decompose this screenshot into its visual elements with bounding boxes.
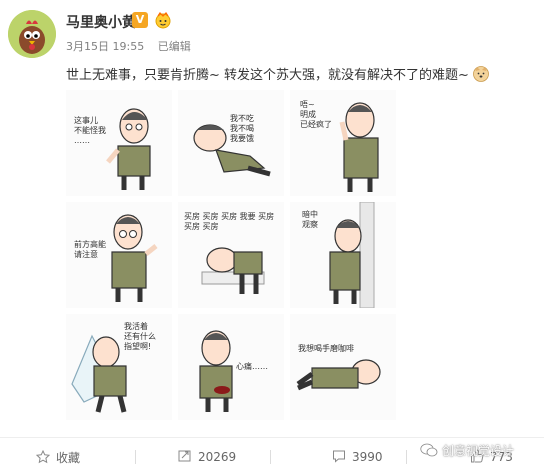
author-name[interactable]: 马里奥小黄 xyxy=(66,12,136,32)
comment-icon xyxy=(333,450,345,463)
sticker-caption: 我活着 还有什么 指望啊! xyxy=(124,322,156,351)
edited-label: 已编辑 xyxy=(157,40,191,53)
post-text-content: 世上无难事，只要肯折腾~ 转发这个苏大强，就没有解决不了的难题~ xyxy=(66,68,469,83)
sticker-caption: 唔~ 明成 已经疯了 xyxy=(300,100,332,129)
post-meta: 3月15日 19:55 已编辑 xyxy=(66,38,201,54)
sticker-caption: 暗中 观察 xyxy=(302,210,318,229)
watermark: 创意视觉设计 xyxy=(420,442,514,459)
verified-badge-icon: V xyxy=(132,12,148,28)
sticker-tile[interactable]: 暗中 观察 xyxy=(290,202,396,308)
sticker-tile[interactable]: 前方高能 请注意 xyxy=(66,202,172,308)
divider xyxy=(270,450,271,464)
sticker-caption: 买房 买房 买房 我要 买房 买房 买房 xyxy=(184,212,275,231)
sticker-tile[interactable]: 买房 买房 买房 我要 买房 买房 买房 xyxy=(178,202,284,308)
repost-icon xyxy=(178,450,191,462)
favorite-label: 收藏 xyxy=(56,451,81,465)
divider xyxy=(135,450,136,464)
sticker-caption: 我不吃 我不喝 我要饿 xyxy=(230,114,254,143)
sticker-tile[interactable]: 心痛…… xyxy=(178,314,284,420)
rooster-avatar-icon xyxy=(8,10,56,58)
divider xyxy=(406,450,407,464)
sticker-tile[interactable]: 唔~ 明成 已经疯了 xyxy=(290,90,396,196)
doge-emoji-icon xyxy=(473,66,489,82)
post-time[interactable]: 3月15日 19:55 xyxy=(66,40,144,53)
repost-button[interactable]: 20269 xyxy=(178,449,236,464)
watermark-text: 创意视觉设计 xyxy=(442,444,515,458)
sticker-tile[interactable]: 这事儿 不能怪我 …… xyxy=(66,90,172,196)
vip-emoji-icon[interactable] xyxy=(154,11,172,29)
old-man-sticker-icon xyxy=(199,330,233,412)
comment-button[interactable]: 3990 xyxy=(332,449,383,464)
sticker-tile[interactable]: 我活着 还有什么 指望啊! xyxy=(66,314,172,420)
old-man-sticker-icon xyxy=(71,334,127,413)
sticker-tile[interactable]: 我想喝手磨咖啡 xyxy=(290,314,396,420)
repost-count: 20269 xyxy=(198,450,237,464)
post-text: 世上无难事，只要肯折腾~ 转发这个苏大强，就没有解决不了的难题~ xyxy=(66,64,489,83)
sticker-tile[interactable]: 我不吃 我不喝 我要饿 xyxy=(178,90,284,196)
sticker-caption: 这事儿 不能怪我 …… xyxy=(74,116,106,145)
favorite-button[interactable]: 收藏 xyxy=(36,449,80,466)
comment-count: 3990 xyxy=(352,450,383,464)
avatar[interactable] xyxy=(8,10,56,58)
old-man-sticker-icon xyxy=(296,359,381,391)
sticker-caption: 前方高能 请注意 xyxy=(74,240,106,259)
sticker-caption: 我想喝手磨咖啡 xyxy=(298,344,354,353)
star-icon xyxy=(36,450,50,464)
wechat-icon xyxy=(420,443,438,457)
sticker-caption: 心痛…… xyxy=(236,362,268,371)
